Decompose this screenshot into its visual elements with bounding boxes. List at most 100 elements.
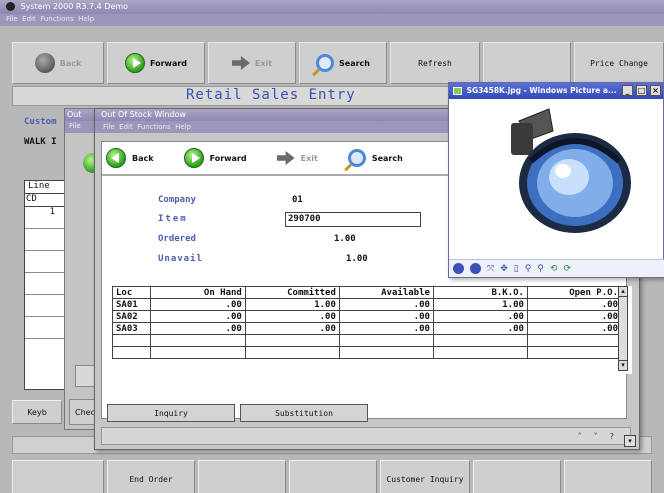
close-button[interactable]: × <box>650 85 661 96</box>
table-row[interactable] <box>112 346 623 359</box>
grid-row[interactable] <box>25 273 67 295</box>
bottom-blank-button-1[interactable] <box>12 460 104 493</box>
previous-image-icon[interactable] <box>453 263 464 274</box>
item-label: Item <box>158 214 188 224</box>
oos-menu-help[interactable]: Help <box>175 123 191 131</box>
grid-first-row[interactable]: 1 <box>25 207 67 229</box>
col-available: Available <box>338 286 434 299</box>
company-value: 01 <box>292 195 303 205</box>
forward-icon <box>124 53 145 73</box>
forward-button[interactable]: Forward <box>107 42 205 84</box>
menu-file[interactable]: File <box>6 15 18 23</box>
oos-forward-icon <box>183 148 204 168</box>
menu-functions[interactable]: Functions <box>40 15 73 23</box>
oos-menu-file[interactable]: File <box>103 123 115 131</box>
menu-help[interactable]: Help <box>78 15 94 23</box>
slideshow-icon[interactable]: ▯ <box>514 264 519 274</box>
table-row[interactable]: SA03 .00 .00 .00 .00 .00 <box>112 322 623 335</box>
col-bko: B.K.O. <box>432 286 528 299</box>
line-grid: Line CD 1 <box>24 180 68 390</box>
unavail-label: Unavail <box>158 254 203 264</box>
unavail-value: 1.00 <box>346 254 368 264</box>
rotate-right-icon[interactable]: ⟳ <box>563 264 571 274</box>
oos-toolbar: Back Forward Exit Search <box>106 144 446 172</box>
oos-forward-button[interactable]: Forward <box>183 148 247 168</box>
help-question-icon[interactable]: ? <box>610 432 614 441</box>
substitution-button[interactable]: Substitution <box>240 404 368 422</box>
table-row[interactable]: SA01 .00 1.00 .00 1.00 .00 <box>112 298 623 311</box>
oos-exit-button[interactable]: Exit <box>276 151 318 165</box>
end-order-button[interactable]: End Order <box>107 460 195 493</box>
rotate-left-icon[interactable]: ⟲ <box>550 264 558 274</box>
stock-table-scrollbar[interactable]: ▴ ▾ <box>618 286 628 371</box>
refresh-button[interactable]: Refresh <box>390 42 480 84</box>
scroll-down-arrow[interactable]: ▾ <box>619 360 627 370</box>
oos-scroll-down-button[interactable]: ▾ <box>624 435 636 447</box>
oos-search-icon <box>347 149 366 167</box>
ordered-value: 1.00 <box>334 234 356 244</box>
stock-table-wrap: Loc On Hand Committed Available B.K.O. O… <box>112 286 632 374</box>
next-image-icon[interactable] <box>470 263 481 274</box>
bottom-blank-button-4[interactable] <box>473 460 561 493</box>
search-button[interactable]: Search <box>299 42 387 84</box>
ordered-label: Ordered <box>158 234 196 244</box>
customer-label: Custom <box>24 117 57 127</box>
picture-file-icon <box>453 87 462 95</box>
keyboard-button[interactable]: Keyb <box>12 400 62 424</box>
stock-table-header: Loc On Hand Committed Available B.K.O. O… <box>112 286 623 299</box>
app-icon <box>6 2 15 11</box>
picture-viewer-window: SG3458K.jpg - Windows Picture a... _ □ ×… <box>448 82 664 278</box>
col-loc: Loc <box>112 286 151 299</box>
oos-menu-functions[interactable]: Functions <box>137 123 170 131</box>
picture-viewer-title-bar: SG3458K.jpg - Windows Picture a... _ □ × <box>449 83 663 99</box>
caret-down-icon[interactable]: ˅ <box>594 432 598 441</box>
customer-value: WALK I <box>24 137 57 147</box>
col-committed: Committed <box>244 286 340 299</box>
customer-inquiry-button[interactable]: Customer Inquiry <box>380 460 470 493</box>
caret-up-icon[interactable]: ˄ <box>578 432 582 441</box>
item-input[interactable]: 290700 <box>285 212 421 227</box>
grid-row[interactable] <box>25 317 67 339</box>
back-icon <box>34 53 55 73</box>
back-button[interactable]: Back <box>12 42 104 84</box>
oos-exit-icon <box>276 151 295 165</box>
minimize-button[interactable]: _ <box>622 85 633 96</box>
grid-row[interactable] <box>25 295 67 317</box>
picture-viewer-title: SG3458K.jpg - Windows Picture a... <box>466 86 617 95</box>
scroll-up-arrow[interactable]: ▴ <box>619 287 627 297</box>
bottom-blank-button-5[interactable] <box>564 460 652 493</box>
inquiry-button[interactable]: Inquiry <box>107 404 235 422</box>
search-icon <box>316 54 335 72</box>
oos-menu-edit[interactable]: Edit <box>119 123 133 131</box>
table-row[interactable] <box>112 334 623 347</box>
menu-edit[interactable]: Edit <box>22 15 36 23</box>
best-fit-icon[interactable]: ⤧ <box>487 264 494 274</box>
oos-search-button[interactable]: Search <box>347 149 403 167</box>
main-menu-bar: File Edit Functions Help <box>0 14 664 26</box>
grid-header-line: Line <box>25 181 67 194</box>
main-window-title: System 2000 R3.7.4 Demo <box>20 2 129 11</box>
grid-row[interactable] <box>25 251 67 273</box>
main-title-bar: System 2000 R3.7.4 Demo <box>0 0 664 14</box>
bottom-blank-button-2[interactable] <box>198 460 286 493</box>
bottom-blank-button-3[interactable] <box>289 460 377 493</box>
col-open-po: Open P.O. <box>526 286 623 299</box>
exit-icon <box>231 56 250 70</box>
page-heading: Retail Sales Entry <box>186 87 356 103</box>
blank-toolbar-button[interactable] <box>483 42 571 84</box>
table-row[interactable]: SA02 .00 .00 .00 .00 .00 <box>112 310 623 323</box>
maximize-button[interactable]: □ <box>636 85 647 96</box>
oos-status-bar: ˄ ˅ ? <box>101 427 631 445</box>
main-toolbar: Back Forward Exit Search Refresh Price C… <box>12 42 664 84</box>
oos-back-button[interactable]: Back <box>106 148 154 168</box>
price-change-button[interactable]: Price Change <box>574 42 664 84</box>
oos-window-title: Out Of Stock Window <box>101 110 186 119</box>
zoom-in-icon[interactable]: ⚲ <box>525 264 532 274</box>
stock-table: Loc On Hand Committed Available B.K.O. O… <box>112 286 623 359</box>
zoom-out-icon[interactable]: ⚲ <box>537 264 544 274</box>
product-lamp-image <box>491 101 641 241</box>
grid-row[interactable] <box>25 229 67 251</box>
company-label: Company <box>158 195 196 205</box>
actual-size-icon[interactable]: ✥ <box>500 264 508 274</box>
exit-button[interactable]: Exit <box>208 42 296 84</box>
